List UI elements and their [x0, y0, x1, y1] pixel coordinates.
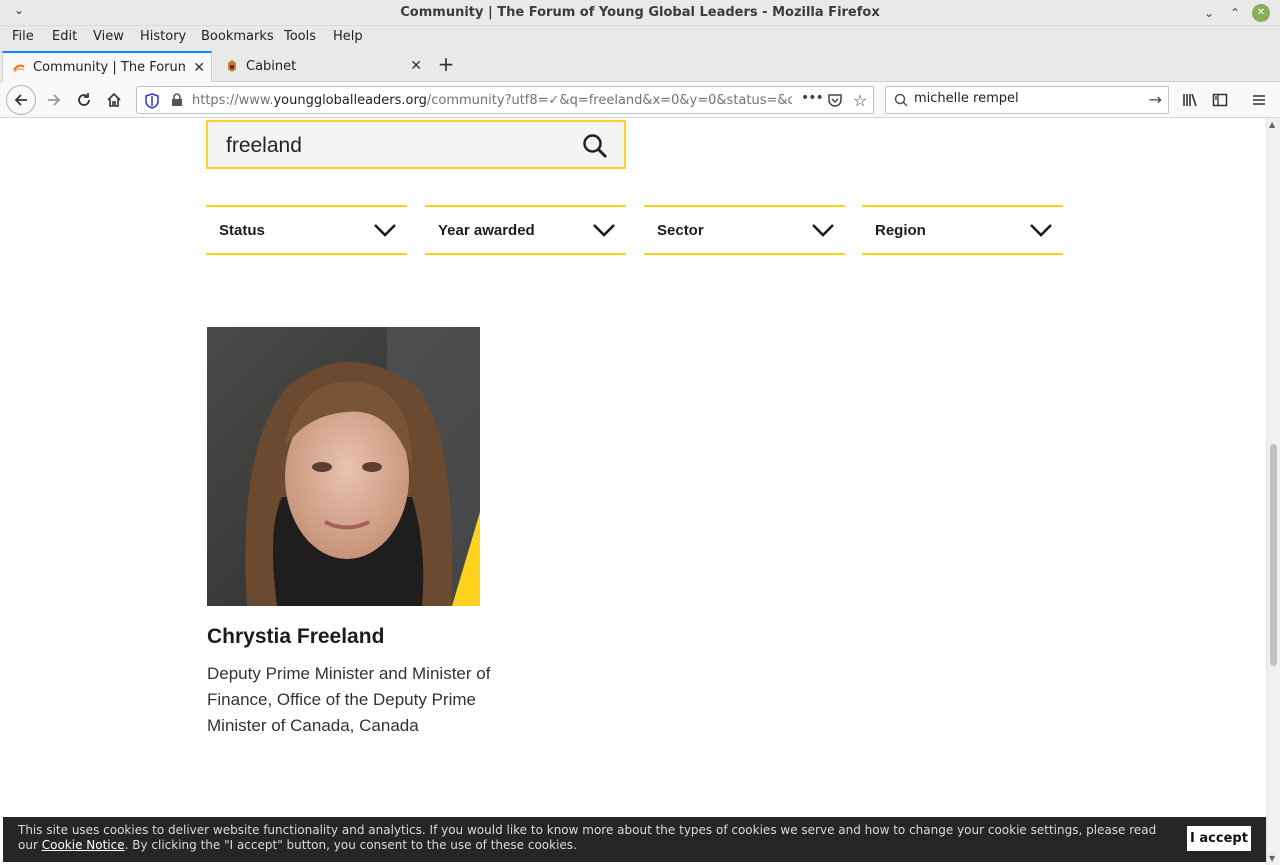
tab-cabinet[interactable]: Cabinet ✕ [216, 51, 428, 82]
url-bar[interactable]: https://www.younggloballeaders.org/commu… [136, 86, 874, 114]
chevron-down-icon [373, 222, 397, 242]
tab-strip: Community | The Forum of ✕ Cabinet ✕ [0, 48, 1280, 82]
search-icon [894, 93, 908, 111]
library-icon [1183, 93, 1197, 107]
chevron-down-icon [811, 222, 835, 242]
reload-button[interactable] [70, 86, 98, 114]
url-prefix: https://www. [192, 93, 274, 108]
cookie-text: This site uses cookies to deliver websit… [18, 823, 1178, 853]
filter-label: Year awarded [438, 222, 535, 239]
community-search-box[interactable]: freeland [206, 120, 626, 169]
profile-photo[interactable] [207, 327, 480, 606]
sidebar-icon [1212, 93, 1228, 107]
tab-label: Community | The Forum of [33, 60, 185, 75]
window-title: Community | The Forum of Young Global Le… [400, 5, 880, 20]
cookie-banner: This site uses cookies to deliver websit… [3, 817, 1266, 862]
menu-help[interactable]: Help [333, 29, 363, 44]
page-actions-icon[interactable]: ••• [801, 90, 824, 106]
tab-close-icon[interactable]: ✕ [410, 58, 422, 74]
profile-name[interactable]: Chrystia Freeland [207, 625, 384, 649]
navigation-toolbar: https://www.younggloballeaders.org/commu… [0, 82, 1280, 118]
url-path: /community?utf8=✓&q=freeland&x=0&y=0&sta… [426, 93, 792, 108]
filter-status[interactable]: Status [206, 205, 407, 255]
filter-year-awarded[interactable]: Year awarded [425, 205, 626, 255]
canada-crest-favicon-icon [224, 59, 240, 75]
page-content: freeland Status Year awarded Sector Regi… [0, 118, 1266, 865]
profile-role: Deputy Prime Minister and Minister of Fi… [207, 664, 491, 735]
url-host: younggloballeaders.org [273, 93, 427, 108]
back-button[interactable] [6, 85, 36, 115]
menu-edit[interactable]: Edit [52, 29, 77, 44]
pocket-icon[interactable] [827, 92, 843, 112]
menu-view[interactable]: View [93, 29, 124, 44]
filter-label: Sector [657, 222, 704, 239]
forward-button[interactable] [40, 86, 68, 114]
scroll-up-icon[interactable]: ▲ [1269, 120, 1275, 129]
tab-close-icon[interactable]: ✕ [193, 60, 205, 76]
community-search-input[interactable]: freeland [226, 134, 302, 158]
menu-tools[interactable]: Tools [284, 29, 316, 44]
page-scrollbar[interactable]: ▲ ▼ [1266, 118, 1280, 865]
menu-file[interactable]: File [12, 29, 34, 44]
hamburger-menu-icon [1253, 95, 1265, 105]
library-button[interactable] [1176, 86, 1204, 114]
forward-arrow-icon [48, 94, 61, 106]
new-tab-icon[interactable]: + [434, 53, 458, 77]
filter-label: Region [875, 222, 926, 239]
search-icon[interactable] [582, 133, 608, 163]
accept-cookies-button[interactable]: I accept [1187, 826, 1251, 851]
cookie-notice-link[interactable]: Cookie Notice [42, 838, 125, 852]
menu-bar: File Edit View History Bookmarks Tools H… [0, 26, 1280, 48]
filter-region[interactable]: Region [862, 205, 1063, 255]
chevron-down-icon [1029, 222, 1053, 242]
bookmark-star-icon[interactable]: ☆ [853, 91, 867, 110]
filter-label: Status [219, 222, 265, 239]
cookie-text-after: . By clicking the "I accept" button, you… [124, 838, 577, 852]
wef-favicon-icon [11, 60, 27, 76]
reload-icon [78, 93, 90, 106]
chevron-down-icon [592, 222, 616, 242]
home-button[interactable] [100, 86, 128, 114]
menu-bookmarks[interactable]: Bookmarks [201, 29, 274, 44]
app-menu-button[interactable] [1245, 86, 1273, 114]
tab-label: Cabinet [246, 59, 297, 74]
back-arrow-icon [14, 94, 27, 106]
scroll-down-icon[interactable]: ▼ [1269, 854, 1275, 863]
tab-community[interactable]: Community | The Forum of ✕ [2, 51, 212, 82]
home-icon [107, 92, 121, 107]
browser-search-bar[interactable]: → [885, 86, 1169, 114]
window-close-icon[interactable]: ✕ [1252, 4, 1270, 22]
window-restore-icon[interactable]: ⌃ [1226, 4, 1244, 22]
window-collapse-icon[interactable]: ⌄ [1200, 4, 1218, 22]
search-go-arrow-icon[interactable]: → [1149, 90, 1162, 109]
scrollbar-thumb[interactable] [1270, 444, 1277, 666]
menu-history[interactable]: History [140, 29, 186, 44]
sidebar-toggle-button[interactable] [1206, 86, 1234, 114]
filter-sector[interactable]: Sector [644, 205, 845, 255]
tracking-protection-shield-icon[interactable] [145, 93, 159, 113]
lock-icon[interactable] [171, 93, 183, 111]
browser-search-input[interactable] [914, 91, 1134, 106]
url-text[interactable]: https://www.younggloballeaders.org/commu… [192, 93, 792, 108]
window-titlebar: ⌄ Community | The Forum of Young Global … [0, 0, 1280, 26]
